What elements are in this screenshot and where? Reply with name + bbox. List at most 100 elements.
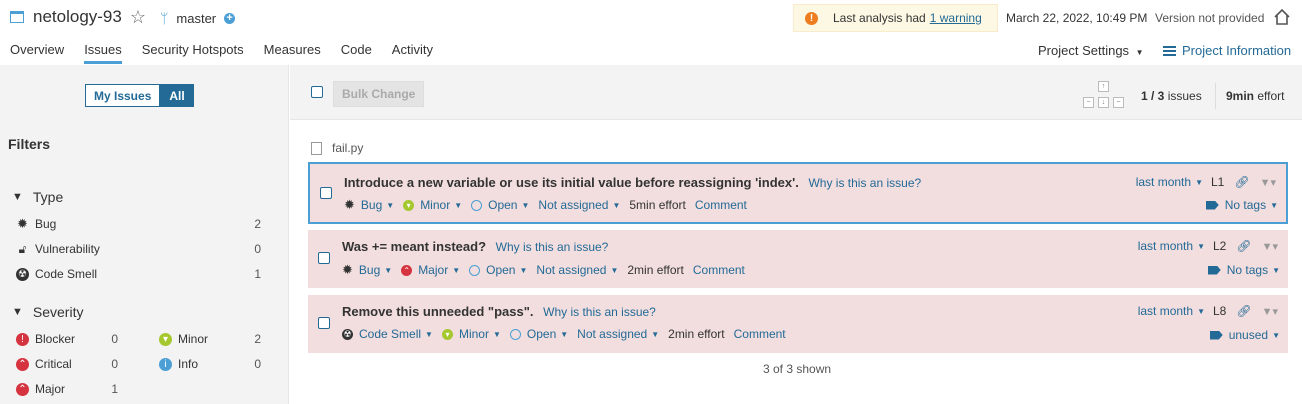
home-icon[interactable] [1273,8,1291,26]
project-name[interactable]: netology-93 [33,7,122,27]
caret-down-icon: ▼ [651,329,660,339]
type-facet-header[interactable]: ▼ Type [12,189,63,205]
issue-checkbox[interactable] [318,317,330,329]
tab-overview[interactable]: Overview [10,38,64,64]
issue-card[interactable]: Remove this unneeded "pass". Why is this… [308,295,1288,353]
comment-link[interactable]: Comment [693,263,745,277]
project-settings-menu[interactable]: Project Settings ▼ [1038,43,1144,58]
type-dropdown[interactable]: ✹ Bug ▼ [344,197,394,213]
facet-label: Critical [35,357,72,371]
permalink-icon[interactable]: 🔗︎ [1234,175,1249,189]
comment-link[interactable]: Comment [695,198,747,212]
why-link[interactable]: Why is this an issue? [808,176,921,190]
tab-issues[interactable]: Issues [84,38,122,64]
tab-activity[interactable]: Activity [392,38,433,64]
status-dropdown[interactable]: Open ▼ [469,263,527,277]
all-issues-button[interactable]: All [160,84,194,107]
tab-measures[interactable]: Measures [264,38,321,64]
assignee-dropdown[interactable]: Not assigned ▼ [536,263,618,277]
list-icon [1163,45,1176,56]
type-dropdown[interactable]: ✹ Bug ▼ [342,262,392,278]
facet-count: 0 [254,242,261,256]
why-link[interactable]: Why is this an issue? [543,305,656,319]
tags-dropdown[interactable]: unused ▼ [1209,328,1280,342]
issue-checkbox[interactable] [320,187,332,199]
branch-selector[interactable]: ᛘ master + [160,10,236,26]
why-link[interactable]: Why is this an issue? [496,240,609,254]
facet-severity-info[interactable]: i Info [159,357,198,371]
facet-label: Blocker [35,332,76,346]
severity-dropdown[interactable]: ▾ Minor ▼ [441,327,501,341]
date-filter[interactable]: last month [1138,239,1193,253]
arrow-down-key-icon: ↓ [1098,97,1109,108]
critical-icon: ⌃ [16,357,29,371]
star-icon[interactable]: ☆ [130,8,146,26]
type-label: Bug [358,263,381,277]
issue-checkbox[interactable] [318,252,330,264]
caret-down-icon: ▼ [1197,241,1205,251]
severity-dropdown[interactable]: ⌃ Major ▼ [401,263,460,277]
project-nav: Overview Issues Security Hotspots Measur… [0,38,443,64]
project-information-link[interactable]: Project Information [1163,43,1291,58]
assignee-label: Not assigned [577,327,648,341]
facet-severity-blocker[interactable]: ! Blocker [16,332,75,346]
caret-down-icon: ▼ [384,265,393,275]
my-issues-button[interactable]: My Issues [85,84,161,107]
facet-type-bug[interactable]: ✹ Bug [16,216,56,231]
line-number: L1 [1210,175,1225,189]
select-all-checkbox[interactable] [311,86,323,98]
issue-meta: ✹ Bug ▼ ▾ Minor ▼ Open ▼ Not assigned ▼ … [344,197,756,213]
facet-severity-major[interactable]: ⌃ Major [16,382,65,396]
filter-icon[interactable]: ▼▾ [1262,240,1278,253]
status-dropdown[interactable]: Open ▼ [471,198,529,212]
assignee-dropdown[interactable]: Not assigned ▼ [577,327,659,341]
tags-dropdown[interactable]: No tags ▼ [1205,198,1278,212]
severity-facet-header[interactable]: ▼ Severity [12,304,83,320]
permalink-icon[interactable]: 🔗︎ [1236,239,1251,253]
issue-count-label: issues [1167,89,1202,103]
issue-card[interactable]: Introduce a new variable or use its init… [308,162,1288,224]
tab-code[interactable]: Code [341,38,372,64]
branch-name: master [176,10,217,26]
assignee-dropdown[interactable]: Not assigned ▼ [538,198,620,212]
bulk-change-button[interactable]: Bulk Change [333,81,425,107]
arrow-up-key-icon: ↑ [1098,81,1109,92]
issue-message[interactable]: Was += meant instead? [342,239,486,254]
caret-down-icon: ▼ [1195,177,1203,187]
filter-icon[interactable]: ▼▾ [1260,176,1276,189]
plus-circle-icon[interactable]: + [224,12,236,24]
project-icon [10,11,24,23]
filter-icon[interactable]: ▼▾ [1262,305,1278,318]
status-dropdown[interactable]: Open ▼ [509,327,568,341]
facet-type-vulnerability[interactable]: 🔓︎ Vulnerability [16,242,100,257]
tags-dropdown[interactable]: No tags ▼ [1207,263,1280,277]
status-label: Open [486,263,516,277]
top-bar: netology-93 ☆ ᛘ master + ! Last analysis… [0,0,1302,36]
issue-message-row: Was += meant instead? Why is this an iss… [342,239,608,254]
date-filter[interactable]: last month [1138,304,1193,318]
warning-link[interactable]: 1 warning [930,11,982,25]
facet-severity-minor[interactable]: ▾ Minor [159,332,208,346]
facet-severity-critical[interactable]: ⌃ Critical [16,357,72,371]
comment-link[interactable]: Comment [734,327,786,341]
type-label: Bug [360,198,383,212]
permalink-icon[interactable]: 🔗︎ [1236,304,1251,318]
tab-security-hotspots[interactable]: Security Hotspots [142,38,244,64]
type-dropdown[interactable]: ☢ Code Smell ▼ [342,327,433,341]
arrow-left-key-icon: − [1083,97,1094,108]
major-icon: ⌃ [401,264,413,276]
date-filter[interactable]: last month [1136,175,1191,189]
type-facet-title: Type [32,189,64,205]
facet-count: 2 [254,332,261,346]
facet-type-code-smell[interactable]: ☢ Code Smell [16,267,97,281]
branch-icon: ᛘ [160,10,169,26]
issue-message[interactable]: Remove this unneeded "pass". [342,304,534,319]
project-settings-label: Project Settings [1038,43,1130,58]
issue-scope-toggle: My Issues All [85,84,194,107]
arrow-right-key-icon: − [1113,97,1124,108]
chevron-down-icon: ▼ [12,306,23,318]
issue-message[interactable]: Introduce a new variable or use its init… [344,175,799,190]
severity-dropdown[interactable]: ▾ Minor ▼ [403,198,462,212]
issue-card[interactable]: Was += meant instead? Why is this an iss… [308,230,1288,288]
caret-down-icon: ▼ [425,329,433,339]
